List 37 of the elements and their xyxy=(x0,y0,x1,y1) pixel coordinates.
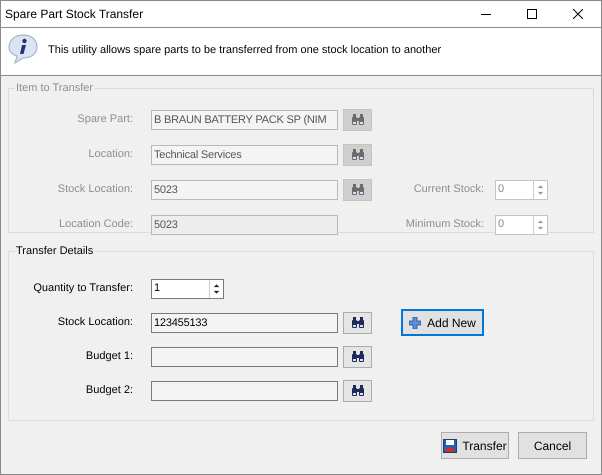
binoculars-icon xyxy=(350,350,364,363)
spinner-value: 0 xyxy=(497,217,506,232)
search-button[interactable] xyxy=(343,346,372,368)
window-title: Spare Part Stock Transfer xyxy=(5,6,144,23)
binoculars-icon xyxy=(350,148,364,161)
binoculars-icon xyxy=(350,183,364,196)
group-title: Transfer Details xyxy=(15,244,94,259)
field-label: Stock Location: xyxy=(56,182,133,198)
field-label: Quantity to Transfer: xyxy=(32,281,133,296)
spinner-value: 0 xyxy=(497,182,506,198)
field-label: Spare Part: xyxy=(76,112,133,128)
field-label: Minimum Stock: xyxy=(406,217,484,232)
field-label: Current Stock: xyxy=(414,182,484,198)
binoculars-icon xyxy=(350,113,364,126)
number-spinner[interactable]: 1 xyxy=(151,278,224,298)
input-field[interactable] xyxy=(151,380,338,400)
add-new-button[interactable]: Add New xyxy=(401,309,484,336)
input-field[interactable]: 123455133 xyxy=(151,312,338,332)
transfer-button[interactable]: Transfer xyxy=(441,432,509,459)
info-message: This utility allows spare parts to be transferred from one stock location to another xyxy=(48,43,442,58)
close-icon xyxy=(573,9,583,19)
field-label: Budget 2: xyxy=(84,383,133,398)
search-button[interactable] xyxy=(343,380,372,402)
maximize-icon xyxy=(527,9,537,19)
input-field[interactable] xyxy=(151,346,338,366)
field-label: Stock Location: xyxy=(56,315,133,330)
field-label: Budget 1: xyxy=(84,349,133,364)
binoculars-icon xyxy=(350,384,364,397)
spinner-value: 1 xyxy=(153,281,162,296)
plus-icon xyxy=(409,316,422,328)
group-title: Item to Transfer xyxy=(15,81,94,96)
info-icon xyxy=(7,33,39,65)
binoculars-icon xyxy=(350,316,364,329)
search-button[interactable] xyxy=(343,312,372,334)
field-label: Location Code: xyxy=(58,217,133,232)
cancel-button[interactable]: Cancel xyxy=(518,432,587,459)
field-label: Location: xyxy=(87,147,133,162)
